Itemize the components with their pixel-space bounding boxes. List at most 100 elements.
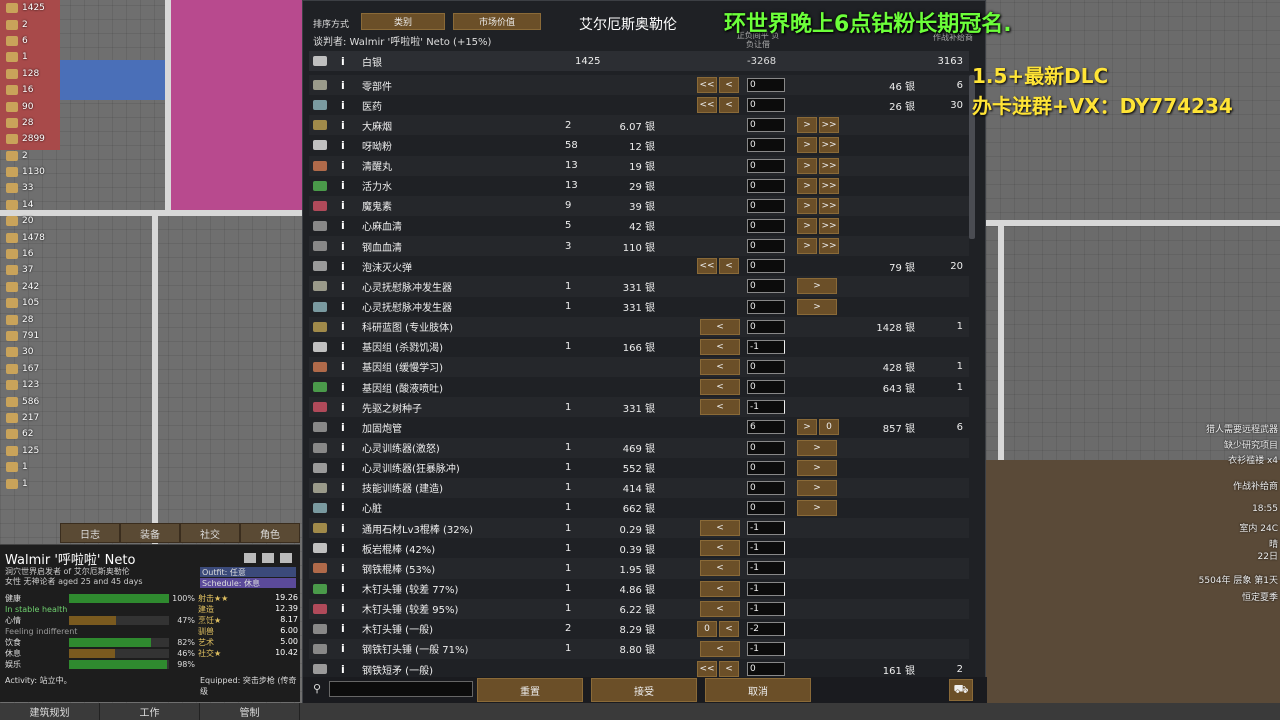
- quantity-input[interactable]: 0: [747, 239, 785, 254]
- info-icon[interactable]: i: [341, 397, 351, 417]
- sell-button[interactable]: >>: [819, 217, 839, 234]
- buy-button[interactable]: <<: [697, 258, 717, 275]
- info-icon[interactable]: i: [341, 236, 351, 256]
- info-icon[interactable]: i: [341, 176, 351, 196]
- sell-button[interactable]: >>: [819, 197, 839, 214]
- sell-button[interactable]: >: [797, 459, 837, 476]
- sell-button[interactable]: >>: [819, 177, 839, 194]
- sell-button[interactable]: >: [797, 499, 837, 516]
- buy-button[interactable]: <: [700, 580, 740, 597]
- buy-button[interactable]: <: [719, 661, 739, 677]
- buy-button[interactable]: <: [700, 399, 740, 416]
- info-icon[interactable]: i: [341, 417, 351, 437]
- quantity-input[interactable]: 0: [747, 218, 785, 233]
- sell-button[interactable]: >: [797, 177, 817, 194]
- info-icon[interactable]: i: [341, 619, 351, 639]
- quantity-input[interactable]: 0: [747, 118, 785, 133]
- quantity-input[interactable]: 0: [747, 380, 785, 395]
- quantity-input[interactable]: 0: [747, 98, 785, 113]
- info-icon[interactable]: i: [341, 95, 351, 115]
- quantity-input[interactable]: -1: [747, 641, 785, 656]
- resource-row[interactable]: 217: [0, 410, 58, 426]
- quantity-input[interactable]: -1: [747, 561, 785, 576]
- search-input[interactable]: [329, 681, 473, 697]
- resource-row[interactable]: 1: [0, 49, 58, 65]
- info-icon[interactable]: i: [341, 377, 351, 397]
- work-button[interactable]: 工作: [100, 703, 200, 720]
- info-icon[interactable]: i: [341, 75, 351, 95]
- resource-row[interactable]: 16: [0, 82, 58, 98]
- info-icon[interactable]: i: [341, 51, 351, 71]
- info-icon[interactable]: i: [341, 196, 351, 216]
- quantity-input[interactable]: -2: [747, 621, 785, 636]
- buy-button[interactable]: <: [700, 379, 740, 396]
- buy-button[interactable]: <: [700, 338, 740, 355]
- quantity-input[interactable]: 0: [747, 662, 785, 677]
- resource-row[interactable]: 33: [0, 180, 58, 196]
- cancel-button[interactable]: 取消: [705, 678, 811, 702]
- info-icon[interactable]: i: [341, 297, 351, 317]
- info-icon[interactable]: i: [341, 135, 351, 155]
- info-icon[interactable]: i: [341, 276, 351, 296]
- quantity-input[interactable]: 0: [747, 440, 785, 455]
- sell-button[interactable]: >: [797, 197, 817, 214]
- quantity-input[interactable]: -1: [747, 400, 785, 415]
- reset-button[interactable]: 重置: [477, 678, 583, 702]
- info-icon[interactable]: i: [341, 579, 351, 599]
- quantity-input[interactable]: 0: [747, 279, 785, 294]
- info-icon[interactable]: i: [341, 156, 351, 176]
- info-icon[interactable]: i: [341, 256, 351, 276]
- sort-value-button[interactable]: 市场价值: [453, 13, 541, 30]
- sell-button[interactable]: >: [797, 419, 817, 436]
- info-icon[interactable]: i: [341, 639, 351, 659]
- resource-row[interactable]: 2: [0, 16, 58, 32]
- quantity-input[interactable]: 0: [747, 158, 785, 173]
- info-icon[interactable]: i: [341, 337, 351, 357]
- resource-row[interactable]: 123: [0, 377, 58, 393]
- sell-button[interactable]: >: [797, 117, 817, 134]
- buy-button[interactable]: <: [700, 520, 740, 537]
- resource-row[interactable]: 62: [0, 426, 58, 442]
- sell-button[interactable]: >>: [819, 137, 839, 154]
- quantity-input[interactable]: 0: [747, 500, 785, 515]
- quantity-input[interactable]: 0: [747, 460, 785, 475]
- info-icon[interactable]: i: [341, 458, 351, 478]
- tab-log[interactable]: 日志: [60, 523, 120, 543]
- quantity-input[interactable]: 0: [747, 78, 785, 92]
- quantity-input[interactable]: 0: [747, 178, 785, 193]
- buy-button[interactable]: <: [700, 540, 740, 557]
- info-icon[interactable]: i: [341, 659, 351, 677]
- info-icon[interactable]: i: [341, 357, 351, 377]
- outfit-selector[interactable]: Outfit: 任意: [200, 567, 296, 577]
- tab-social[interactable]: 社交: [180, 523, 240, 543]
- sell-button[interactable]: >: [797, 479, 837, 496]
- quantity-input[interactable]: 0: [747, 198, 785, 213]
- resource-row[interactable]: 2: [0, 148, 58, 164]
- sell-button[interactable]: >: [797, 217, 817, 234]
- sell-button[interactable]: >: [797, 137, 817, 154]
- resource-row[interactable]: 37: [0, 262, 58, 278]
- quantity-input[interactable]: -1: [747, 581, 785, 596]
- buy-button[interactable]: <<: [697, 97, 717, 114]
- schedule-selector[interactable]: Schedule: 休息: [200, 578, 296, 588]
- resource-row[interactable]: 1: [0, 475, 58, 491]
- sell-button[interactable]: >>: [819, 157, 839, 174]
- buy-button[interactable]: <: [700, 640, 740, 657]
- quantity-input[interactable]: -1: [747, 339, 785, 354]
- resource-row[interactable]: 1478: [0, 229, 58, 245]
- sell-button[interactable]: >>: [819, 238, 839, 255]
- resource-row[interactable]: 14: [0, 197, 58, 213]
- resource-row[interactable]: 2899: [0, 131, 58, 147]
- trade-item-list[interactable]: i 零部件 << <0 46 银 6 i 医药 << <0 26 银 30 i 大麻烟 2 6.07 银 0 > >…: [309, 75, 969, 677]
- resource-row[interactable]: 6: [0, 33, 58, 49]
- resource-row[interactable]: 1425: [0, 0, 58, 16]
- accept-button[interactable]: 接受: [591, 678, 697, 702]
- resource-row[interactable]: 791: [0, 328, 58, 344]
- resource-row[interactable]: 1130: [0, 164, 58, 180]
- buy-button[interactable]: 0: [697, 620, 717, 637]
- resource-row[interactable]: 28: [0, 115, 58, 131]
- info-icon[interactable]: i: [341, 599, 351, 619]
- trade-cart-icon[interactable]: ⛟: [949, 679, 973, 701]
- tab-gear[interactable]: 装备: [120, 523, 180, 543]
- quantity-input[interactable]: 0: [747, 138, 785, 153]
